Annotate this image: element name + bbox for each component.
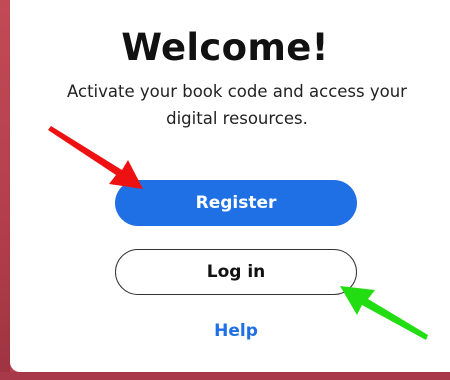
help-link[interactable]: Help	[200, 321, 272, 341]
welcome-subtitle: Activate your book code and access your …	[67, 82, 407, 128]
page-background-bottom	[0, 372, 450, 380]
register-button-label: Register	[195, 193, 277, 213]
login-button[interactable]: Log in	[115, 249, 357, 295]
register-button[interactable]: Register	[115, 180, 357, 226]
welcome-title: Welcome!	[121, 26, 329, 69]
login-button-label: Log in	[206, 262, 266, 282]
